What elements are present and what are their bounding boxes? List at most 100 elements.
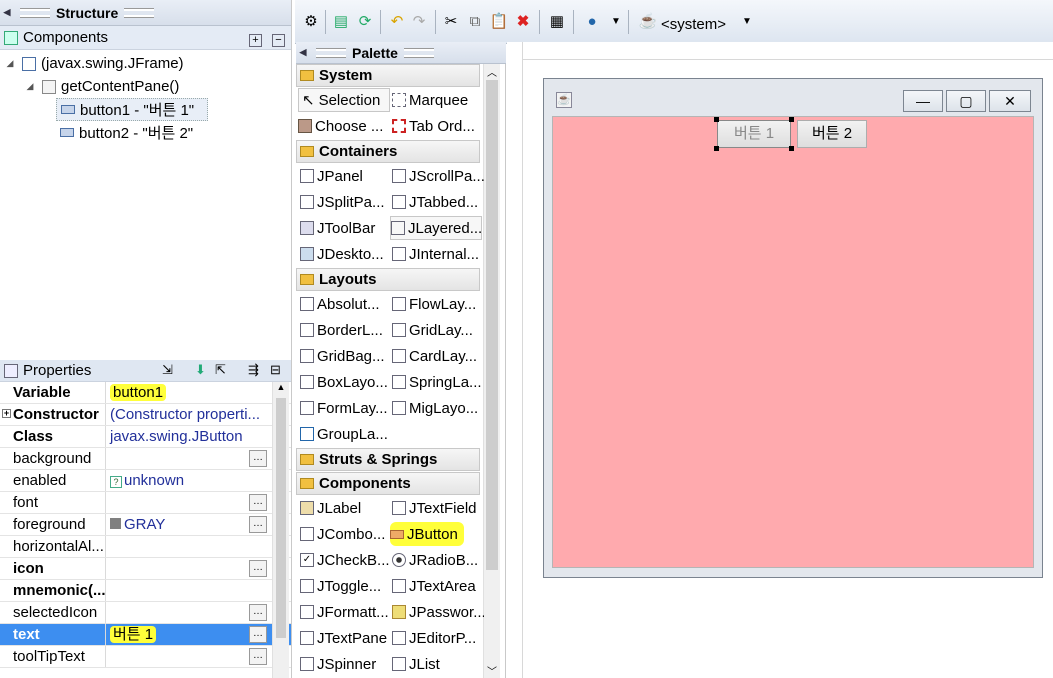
- property-value[interactable]: [106, 580, 291, 601]
- globe-icon[interactable]: ●: [582, 12, 602, 32]
- palette-item-flow-layout[interactable]: FlowLay...: [392, 292, 484, 316]
- category-layouts[interactable]: Layouts: [296, 268, 480, 291]
- expand-icon[interactable]: +: [2, 409, 11, 418]
- chevron-down-icon[interactable]: ▼: [606, 12, 626, 32]
- drag-grip[interactable]: [20, 8, 50, 17]
- tree-item-button2[interactable]: button2 - "버튼 2": [56, 121, 291, 144]
- palette-item-jtabbedpane[interactable]: JTabbed...: [392, 190, 484, 214]
- property-row-foreground[interactable]: foreground GRAY…: [0, 514, 291, 536]
- palette-item-marquee[interactable]: Marquee: [392, 88, 484, 112]
- tab-order-icon[interactable]: ▦: [547, 12, 567, 32]
- palette-item-choose[interactable]: Choose ...: [298, 114, 390, 138]
- palette-item-mig-layout[interactable]: MigLayo...: [392, 396, 484, 420]
- palette-scrollbar[interactable]: ︿ ﹀: [483, 64, 500, 678]
- palette-item-jscrollpane[interactable]: JScrollPa...: [392, 164, 484, 188]
- palette-item-jformattedtextfield[interactable]: JFormatt...: [300, 600, 392, 624]
- scroll-up-icon[interactable]: ︿: [484, 64, 500, 80]
- ellipsis-button[interactable]: …: [249, 560, 267, 577]
- redo-icon[interactable]: ↷: [409, 12, 429, 32]
- property-row-icon[interactable]: icon…: [0, 558, 291, 580]
- ellipsis-button[interactable]: …: [249, 516, 267, 533]
- show-events-icon[interactable]: ⇲: [162, 362, 173, 378]
- expand-all-icon[interactable]: +: [249, 34, 262, 47]
- palette-item-tab-order[interactable]: Tab Ord...: [392, 114, 484, 138]
- ellipsis-button[interactable]: …: [249, 648, 267, 665]
- palette-item-spring-layout[interactable]: SpringLa...: [392, 370, 484, 394]
- palette-item-jcheckbox[interactable]: ✓ JCheckB...: [300, 548, 392, 572]
- selection-handle[interactable]: [714, 146, 719, 151]
- tree-toggle-icon[interactable]: ◢: [24, 81, 36, 92]
- button1[interactable]: 버튼 1: [717, 120, 791, 148]
- properties-scrollbar[interactable]: ▲: [272, 382, 289, 678]
- palette-item-jtextfield[interactable]: JTextField: [392, 496, 484, 520]
- selection-handle[interactable]: [714, 117, 719, 122]
- look-and-feel-label[interactable]: <system>: [661, 16, 726, 33]
- ellipsis-button[interactable]: …: [249, 604, 267, 621]
- scroll-up-icon[interactable]: ▲: [273, 382, 289, 398]
- property-row-font[interactable]: font…: [0, 492, 291, 514]
- goto-definition-icon[interactable]: ⬇: [195, 362, 206, 378]
- restore-default-icon[interactable]: ⊟: [270, 362, 281, 378]
- content-pane[interactable]: [552, 116, 1034, 568]
- palette-item-jbutton[interactable]: JButton: [390, 522, 464, 546]
- collapse-left-icon[interactable]: ◀: [0, 7, 14, 18]
- property-row-background[interactable]: background…: [0, 448, 291, 470]
- ellipsis-button[interactable]: …: [249, 626, 267, 643]
- collapse-all-icon[interactable]: −: [272, 34, 285, 47]
- palette-item-jcombobox[interactable]: JCombo...: [300, 522, 392, 546]
- palette-item-jsplitpane[interactable]: JSplitPa...: [300, 190, 392, 214]
- scroll-down-icon[interactable]: ﹀: [484, 663, 500, 678]
- property-row-text[interactable]: text 버튼 1…: [0, 624, 291, 646]
- palette-item-jlist[interactable]: JList: [392, 652, 484, 676]
- property-value[interactable]: ? unknown: [106, 470, 291, 491]
- ellipsis-button[interactable]: …: [249, 494, 267, 511]
- tree-item-button1[interactable]: button1 - "버튼 1": [56, 98, 208, 121]
- maximize-button[interactable]: ▢: [946, 90, 986, 112]
- property-value[interactable]: [106, 536, 291, 557]
- palette-item-jtogglebutton[interactable]: JToggle...: [300, 574, 392, 598]
- paste-icon[interactable]: 📋: [489, 12, 509, 32]
- palette-item-jinternalframe[interactable]: JInternal...: [392, 242, 484, 266]
- drag-grip[interactable]: [316, 48, 346, 57]
- palette-item-jtextpane[interactable]: JTextPane: [300, 626, 392, 650]
- undo-icon[interactable]: ↶: [387, 12, 407, 32]
- property-value[interactable]: javax.swing.JButton: [106, 426, 291, 447]
- drag-grip[interactable]: [403, 48, 434, 57]
- property-row-constructor[interactable]: + Constructor (Constructor properti...: [0, 404, 291, 426]
- delete-icon[interactable]: ✖: [513, 12, 533, 32]
- palette-item-border-layout[interactable]: BorderL...: [300, 318, 392, 342]
- palette-item-jtextarea[interactable]: JTextArea: [392, 574, 484, 598]
- tree-item-content-pane[interactable]: ◢ getContentPane(): [0, 75, 291, 98]
- property-row-tooltip-text[interactable]: toolTipText…: [0, 646, 291, 668]
- property-value[interactable]: button1: [106, 382, 291, 403]
- category-components[interactable]: Components: [296, 472, 480, 495]
- look-and-feel-icon[interactable]: ☕: [638, 12, 658, 32]
- minimize-button[interactable]: —: [903, 90, 943, 112]
- category-system[interactable]: System: [296, 64, 480, 87]
- palette-item-jeditorpane[interactable]: JEditorP...: [392, 626, 484, 650]
- category-containers[interactable]: Containers: [296, 140, 480, 163]
- palette-item-jlabel[interactable]: JLabel: [300, 496, 392, 520]
- test-gui-icon[interactable]: ⚙: [301, 12, 321, 32]
- selection-handle[interactable]: [789, 146, 794, 151]
- source-icon[interactable]: ▤: [331, 12, 351, 32]
- property-row-enabled[interactable]: enabled? unknown: [0, 470, 291, 492]
- drag-grip[interactable]: [124, 8, 155, 17]
- property-row-selected-icon[interactable]: selectedIcon…: [0, 602, 291, 624]
- palette-item-jspinner[interactable]: JSpinner: [300, 652, 392, 676]
- chevron-down-icon[interactable]: ▼: [737, 12, 757, 32]
- button2[interactable]: 버튼 2: [797, 120, 867, 148]
- category-struts-springs[interactable]: Struts & Springs: [296, 448, 480, 471]
- scroll-thumb[interactable]: [486, 80, 498, 570]
- palette-item-card-layout[interactable]: CardLay...: [392, 344, 484, 368]
- palette-item-group-layout[interactable]: GroupLa...: [300, 422, 392, 446]
- show-advanced-icon[interactable]: ⇶: [248, 362, 259, 378]
- convert-local-icon[interactable]: ⇱: [215, 362, 226, 378]
- palette-item-box-layout[interactable]: BoxLayo...: [300, 370, 392, 394]
- palette-item-form-layout[interactable]: FormLay...: [300, 396, 392, 420]
- copy-icon[interactable]: ⧉: [465, 12, 485, 32]
- palette-item-grid-layout[interactable]: GridLay...: [392, 318, 484, 342]
- selection-handle[interactable]: [789, 117, 794, 122]
- palette-item-selection[interactable]: ↖ Selection: [298, 88, 390, 112]
- palette-item-jradiobutton[interactable]: JRadioB...: [392, 548, 484, 572]
